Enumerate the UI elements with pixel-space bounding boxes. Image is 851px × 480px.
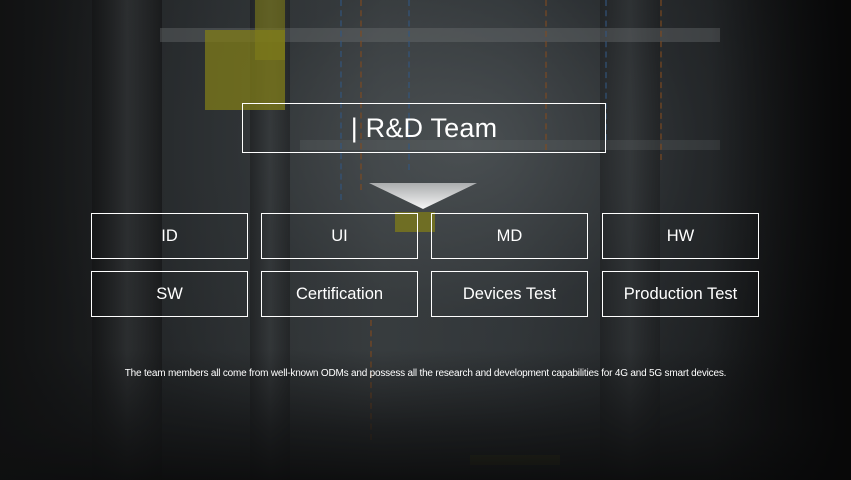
team-box-id: ID: [91, 213, 248, 259]
section-description: The team members all come from well-know…: [124, 368, 727, 379]
rd-team-section: | R&D Team ID UI MD HW SW Certification …: [0, 0, 851, 480]
team-box-ui: UI: [261, 213, 418, 259]
team-box-production-test: Production Test: [602, 271, 759, 317]
arrow-down-icon: [369, 183, 477, 209]
section-title: | R&D Team: [242, 103, 606, 153]
team-box-hw: HW: [602, 213, 759, 259]
team-box-certification: Certification: [261, 271, 418, 317]
team-box-sw: SW: [91, 271, 248, 317]
team-box-devices-test: Devices Test: [431, 271, 588, 317]
team-box-md: MD: [431, 213, 588, 259]
